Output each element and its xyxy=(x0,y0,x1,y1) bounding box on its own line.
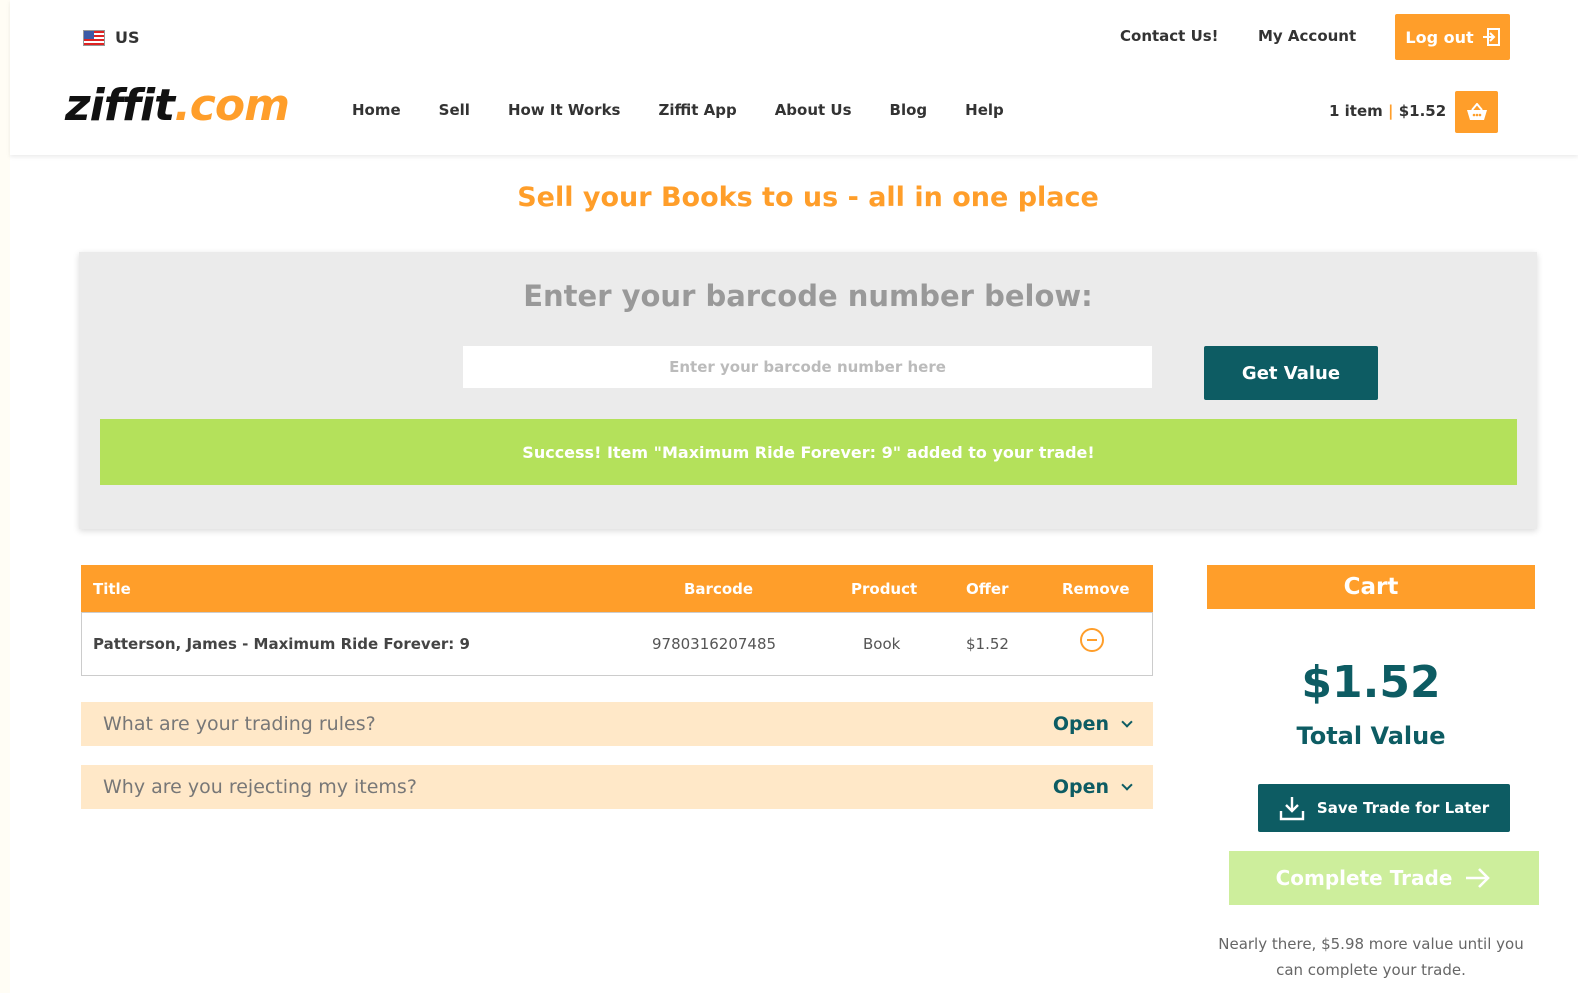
cart-total: $1.52 xyxy=(1301,657,1441,708)
nav-help[interactable]: Help xyxy=(965,101,1004,119)
complete-trade-button[interactable]: Complete Trade xyxy=(1229,851,1539,905)
table-header: Title Barcode Product Offer Remove xyxy=(81,565,1153,612)
get-value-button[interactable]: Get Value xyxy=(1204,346,1378,400)
row-product: Book xyxy=(863,635,901,653)
trade-table: Title Barcode Product Offer Remove Patte… xyxy=(81,565,1153,676)
main-nav: Home Sell How It Works Ziffit App About … xyxy=(352,101,1042,119)
basket-button[interactable] xyxy=(1455,91,1498,133)
row-title: Patterson, James - Maximum Ride Forever:… xyxy=(93,635,470,653)
cart-count: 1 item xyxy=(1329,102,1383,120)
save-trade-label: Save Trade for Later xyxy=(1316,799,1490,817)
faq-toggle-label: Open xyxy=(1052,776,1109,798)
contact-link[interactable]: Contact Us! xyxy=(1120,27,1219,45)
header-remove: Remove xyxy=(1062,579,1130,598)
cart-total-label: Total Value xyxy=(1296,722,1446,750)
barcode-title: Enter your barcode number below: xyxy=(523,279,1093,313)
save-trade-button[interactable]: Save Trade for Later xyxy=(1258,784,1510,832)
chevron-down-icon xyxy=(1121,715,1133,728)
remove-circle-icon[interactable] xyxy=(1080,628,1104,652)
faq-trading-rules[interactable]: What are your trading rules? Open xyxy=(81,702,1153,746)
nav-sell[interactable]: Sell xyxy=(439,101,470,119)
cart-amount: $1.52 xyxy=(1398,102,1447,120)
site-header: US Contact Us! My Account Log out ziffit… xyxy=(10,0,1578,155)
header-barcode: Barcode xyxy=(684,579,754,598)
logout-button[interactable]: Log out xyxy=(1395,14,1510,60)
faq-toggle[interactable]: Open xyxy=(1052,776,1133,798)
header-title: Title xyxy=(93,579,131,598)
trade-minimum-note: Nearly there, $5.98 more value until you… xyxy=(1218,935,1524,979)
site-logo[interactable]: ziffit.com xyxy=(65,80,290,132)
header-offer: Offer xyxy=(966,579,1009,598)
barcode-input[interactable] xyxy=(463,346,1152,388)
region-label: US xyxy=(115,28,140,47)
nav-about-us[interactable]: About Us xyxy=(775,101,852,119)
logo-suffix: .com xyxy=(174,80,290,131)
cart-heading: Cart xyxy=(1207,565,1535,609)
logout-icon xyxy=(1482,28,1500,46)
faq-question: What are your trading rules? xyxy=(103,713,376,735)
my-account-link[interactable]: My Account xyxy=(1258,27,1356,45)
page: US Contact Us! My Account Log out ziffit… xyxy=(10,0,1578,993)
cart-separator: | xyxy=(1388,102,1394,120)
faq-rejecting-items[interactable]: Why are you rejecting my items? Open xyxy=(81,765,1153,809)
logo-main: ziffit xyxy=(65,80,175,131)
download-icon xyxy=(1279,797,1305,821)
cart-summary[interactable]: 1 item | $1.52 xyxy=(1329,102,1446,120)
logout-label: Log out xyxy=(1405,27,1474,47)
nav-ziffit-app[interactable]: Ziffit App xyxy=(658,101,736,119)
chevron-down-icon xyxy=(1121,778,1133,791)
barcode-panel: Enter your barcode number below: Get Val… xyxy=(79,252,1537,529)
nav-blog[interactable]: Blog xyxy=(890,101,928,119)
faq-toggle[interactable]: Open xyxy=(1052,713,1133,735)
us-flag-icon xyxy=(83,29,105,46)
faq-toggle-label: Open xyxy=(1052,713,1109,735)
arrow-right-icon xyxy=(1466,868,1491,888)
nav-how-it-works[interactable]: How It Works xyxy=(508,101,621,119)
region-selector[interactable]: US xyxy=(83,28,140,47)
row-offer: $1.52 xyxy=(966,635,1009,653)
table-row: Patterson, James - Maximum Ride Forever:… xyxy=(81,612,1153,676)
row-barcode: 9780316207485 xyxy=(652,635,777,653)
success-message: Success! Item "Maximum Ride Forever: 9" … xyxy=(100,419,1517,485)
basket-icon xyxy=(1466,103,1487,120)
page-headline: Sell your Books to us - all in one place xyxy=(517,182,1099,213)
nav-home[interactable]: Home xyxy=(352,101,401,119)
faq-question: Why are you rejecting my items? xyxy=(103,776,417,798)
header-product: Product xyxy=(851,579,918,598)
complete-trade-label: Complete Trade xyxy=(1275,866,1453,890)
